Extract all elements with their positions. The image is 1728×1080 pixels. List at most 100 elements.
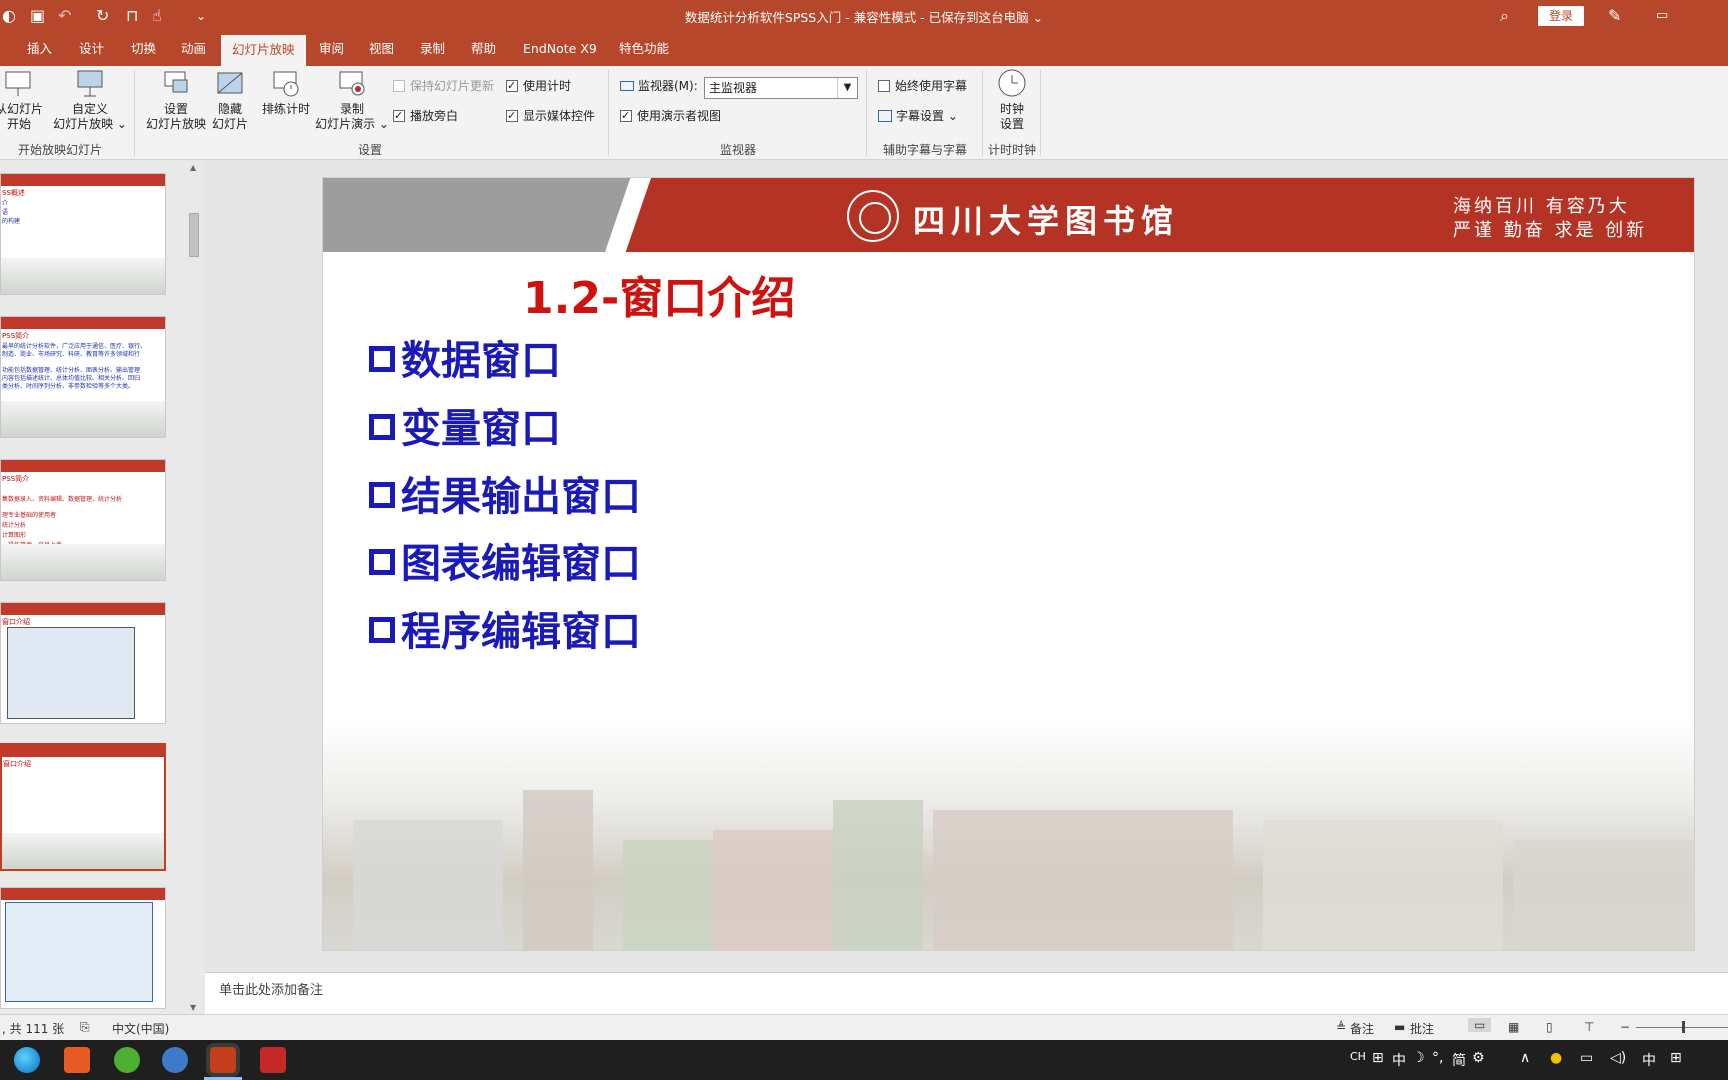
from-start-button[interactable]: 从幻灯片 开始 (0, 68, 44, 132)
notes-placeholder[interactable]: 单击此处添加备注 (219, 979, 323, 998)
slide-thumbnail-selected[interactable]: 窗口介绍 (0, 743, 166, 871)
scroll-down-icon[interactable]: ▼ (190, 1003, 196, 1012)
slide-sorter-icon[interactable]: ▦ (1508, 1020, 1519, 1034)
tab-view[interactable]: 视图 (358, 32, 405, 66)
slide-thumbnail[interactable]: PSS简介 最早的统计分析软件，广泛应用于通信、医疗、银行、 制造、商业、市场研… (0, 316, 166, 438)
thumbnails-scrollbar[interactable]: ▲ ▼ (187, 161, 201, 1014)
tab-record[interactable]: 录制 (409, 32, 456, 66)
record-label-2: 幻灯片演示 ⌄ (315, 117, 389, 131)
subtitle-settings-button[interactable]: 字幕设置 ⌄ (878, 108, 958, 124)
thumb-line: 集数据录入、资料编辑、数据管理、统计分析 (2, 496, 123, 503)
gear-icon[interactable]: ⚙ (1472, 1050, 1485, 1066)
slideshow-view-icon[interactable]: ⊤ (1584, 1020, 1594, 1034)
input-lang[interactable]: CH (1350, 1050, 1366, 1063)
tab-animations[interactable]: 动画 (170, 32, 217, 66)
security-icon[interactable]: ● (1550, 1050, 1562, 1066)
tab-design[interactable]: 设计 (68, 32, 115, 66)
custom-label-1: 自定义 (71, 102, 108, 116)
hide-slide-button[interactable]: 隐藏 幻灯片 (208, 68, 252, 132)
slide-thumbnail[interactable]: SS概述 介 语 的构建 (0, 173, 166, 295)
record-label-1: 录制 (339, 102, 364, 116)
reader-app-icon[interactable] (260, 1047, 286, 1073)
monitor-select-value: 主监视器 (709, 81, 758, 95)
show-media-checkbox[interactable]: 显示媒体控件 (506, 108, 595, 124)
wps-icon[interactable] (64, 1047, 90, 1073)
bullet-item[interactable]: 程序编辑窗口 (369, 599, 641, 657)
browser-icon[interactable] (114, 1047, 140, 1073)
reading-view-icon[interactable]: ▯ (1546, 1020, 1553, 1034)
tab-help[interactable]: 帮助 (460, 32, 507, 66)
network-tray-icon[interactable]: ▭ (1580, 1050, 1593, 1066)
taskbar: CH ⊞ 中 ☽ °, 简 ⚙ ∧ ● ▭ ◁) 中 ⊞ (0, 1040, 1728, 1080)
slide-thumbnail[interactable]: 窗口介绍 (0, 602, 166, 724)
tab-review[interactable]: 审阅 (308, 32, 355, 66)
keep-updated-checkbox[interactable]: 保持幻灯片更新 (393, 78, 494, 94)
square-bullet-icon (369, 617, 395, 643)
bullet-item[interactable]: 图表编辑窗口 (369, 531, 641, 589)
library-building-shape (933, 810, 1233, 950)
grid-icon[interactable]: ⊞ (1670, 1050, 1682, 1066)
presenter-view-checkbox[interactable]: 使用演示者视图 (620, 108, 721, 124)
network-icon[interactable] (162, 1047, 188, 1073)
custom-slideshow-button[interactable]: 自定义 幻灯片放映 ⌄ (52, 68, 128, 132)
comments-icon[interactable]: ▬ (1394, 1020, 1405, 1034)
normal-view-icon[interactable]: ▭ (1468, 1018, 1492, 1032)
notes-button[interactable]: 备注 (1350, 1020, 1374, 1037)
language-indicator[interactable]: 中文(中国) (112, 1020, 169, 1037)
ime-mode[interactable]: 中 (1392, 1050, 1406, 1070)
volume-icon[interactable]: ◁) (1610, 1050, 1626, 1066)
bullet-item[interactable]: 结果输出窗口 (369, 464, 641, 522)
timer-label-1: 时钟 (999, 102, 1024, 116)
ime-tray[interactable]: 中 (1642, 1050, 1656, 1070)
record-slideshow-button[interactable]: 录制 幻灯片演示 ⌄ (314, 68, 390, 132)
rehearse-timings-button[interactable]: 排练计时 (258, 68, 314, 117)
thumb-line: 语 (2, 209, 9, 216)
login-button[interactable]: 登录 (1538, 6, 1584, 26)
search-icon[interactable]: ⌕ (1500, 6, 1509, 26)
slide-title[interactable]: 1.2-窗口介绍 (523, 262, 795, 326)
bullet-item[interactable]: 变量窗口 (369, 396, 561, 454)
tab-insert[interactable]: 插入 (16, 32, 63, 66)
slide-thumbnails-pane: SS概述 介 语 的构建 PSS简介 最早的统计分析软件，广泛应用于通信、医疗、… (0, 161, 205, 1014)
slide-thumbnail[interactable] (0, 887, 166, 1009)
play-narration-checkbox[interactable]: 播放旁白 (393, 108, 458, 124)
tab-endnote[interactable]: EndNote X9 (512, 32, 608, 66)
notes-pane[interactable]: 单击此处添加备注 (205, 972, 1728, 1014)
tab-special[interactable]: 特色功能 (608, 32, 680, 66)
moon-icon[interactable]: ☽ (1412, 1050, 1425, 1066)
accessibility-icon[interactable]: ⎘ (80, 1020, 90, 1035)
monitor-select[interactable]: 主监视器 ▼ (704, 77, 858, 99)
thumb-line: 计算图形 (2, 532, 27, 539)
ribbon-display-icon[interactable]: ▭ (1656, 6, 1668, 26)
scroll-thumb[interactable] (189, 213, 199, 257)
keyboard-icon[interactable]: ⊞ (1372, 1050, 1384, 1066)
checkbox-box (878, 80, 890, 92)
simplified-indicator[interactable]: 简 (1452, 1050, 1466, 1070)
pen-icon[interactable]: ✎ (1608, 6, 1621, 26)
edge-icon[interactable] (14, 1047, 40, 1073)
always-subtitles-checkbox[interactable]: 始终使用字幕 (878, 78, 967, 94)
subtitle-settings-label: 字幕设置 ⌄ (896, 109, 958, 123)
slide-canvas[interactable]: 四川大学图书馆 海纳百川 有容乃大 严谨 勤奋 求是 创新 1.2-窗口介绍 数… (322, 177, 1695, 951)
slide-count: , 共 111 张 (2, 1022, 65, 1036)
presenter-view-label: 使用演示者视图 (637, 109, 722, 123)
comments-button[interactable]: 批注 (1410, 1020, 1434, 1037)
bullet-item[interactable]: 数据窗口 (369, 328, 561, 386)
scroll-up-icon[interactable]: ▲ (190, 163, 196, 172)
powerpoint-icon[interactable] (210, 1047, 236, 1073)
group-start-label: 开始放映幻灯片 (17, 143, 102, 157)
setup-slideshow-button[interactable]: 设置 幻灯片放映 (144, 68, 208, 132)
group-timer-label: 计时时钟 (987, 143, 1036, 157)
chevron-up-icon[interactable]: ∧ (1520, 1050, 1530, 1066)
zoom-out-icon[interactable]: − (1620, 1020, 1630, 1034)
thumb-header (1, 174, 165, 186)
subtitle-icon (878, 110, 892, 122)
timer-settings-button[interactable]: 时钟 设置 (988, 68, 1036, 132)
notes-icon[interactable]: ≜ (1336, 1020, 1346, 1034)
punctuation-icon[interactable]: °, (1432, 1050, 1443, 1066)
use-timing-checkbox[interactable]: 使用计时 (506, 78, 571, 94)
zoom-slider-thumb[interactable] (1682, 1021, 1685, 1033)
slide-thumbnail[interactable]: PSS简介 集数据录入、资料编辑、数据管理、统计分析 理专业基础的使用者 统计分… (0, 459, 166, 581)
tab-slideshow[interactable]: 幻灯片放映 (221, 32, 306, 66)
tab-transitions[interactable]: 切换 (120, 32, 167, 66)
